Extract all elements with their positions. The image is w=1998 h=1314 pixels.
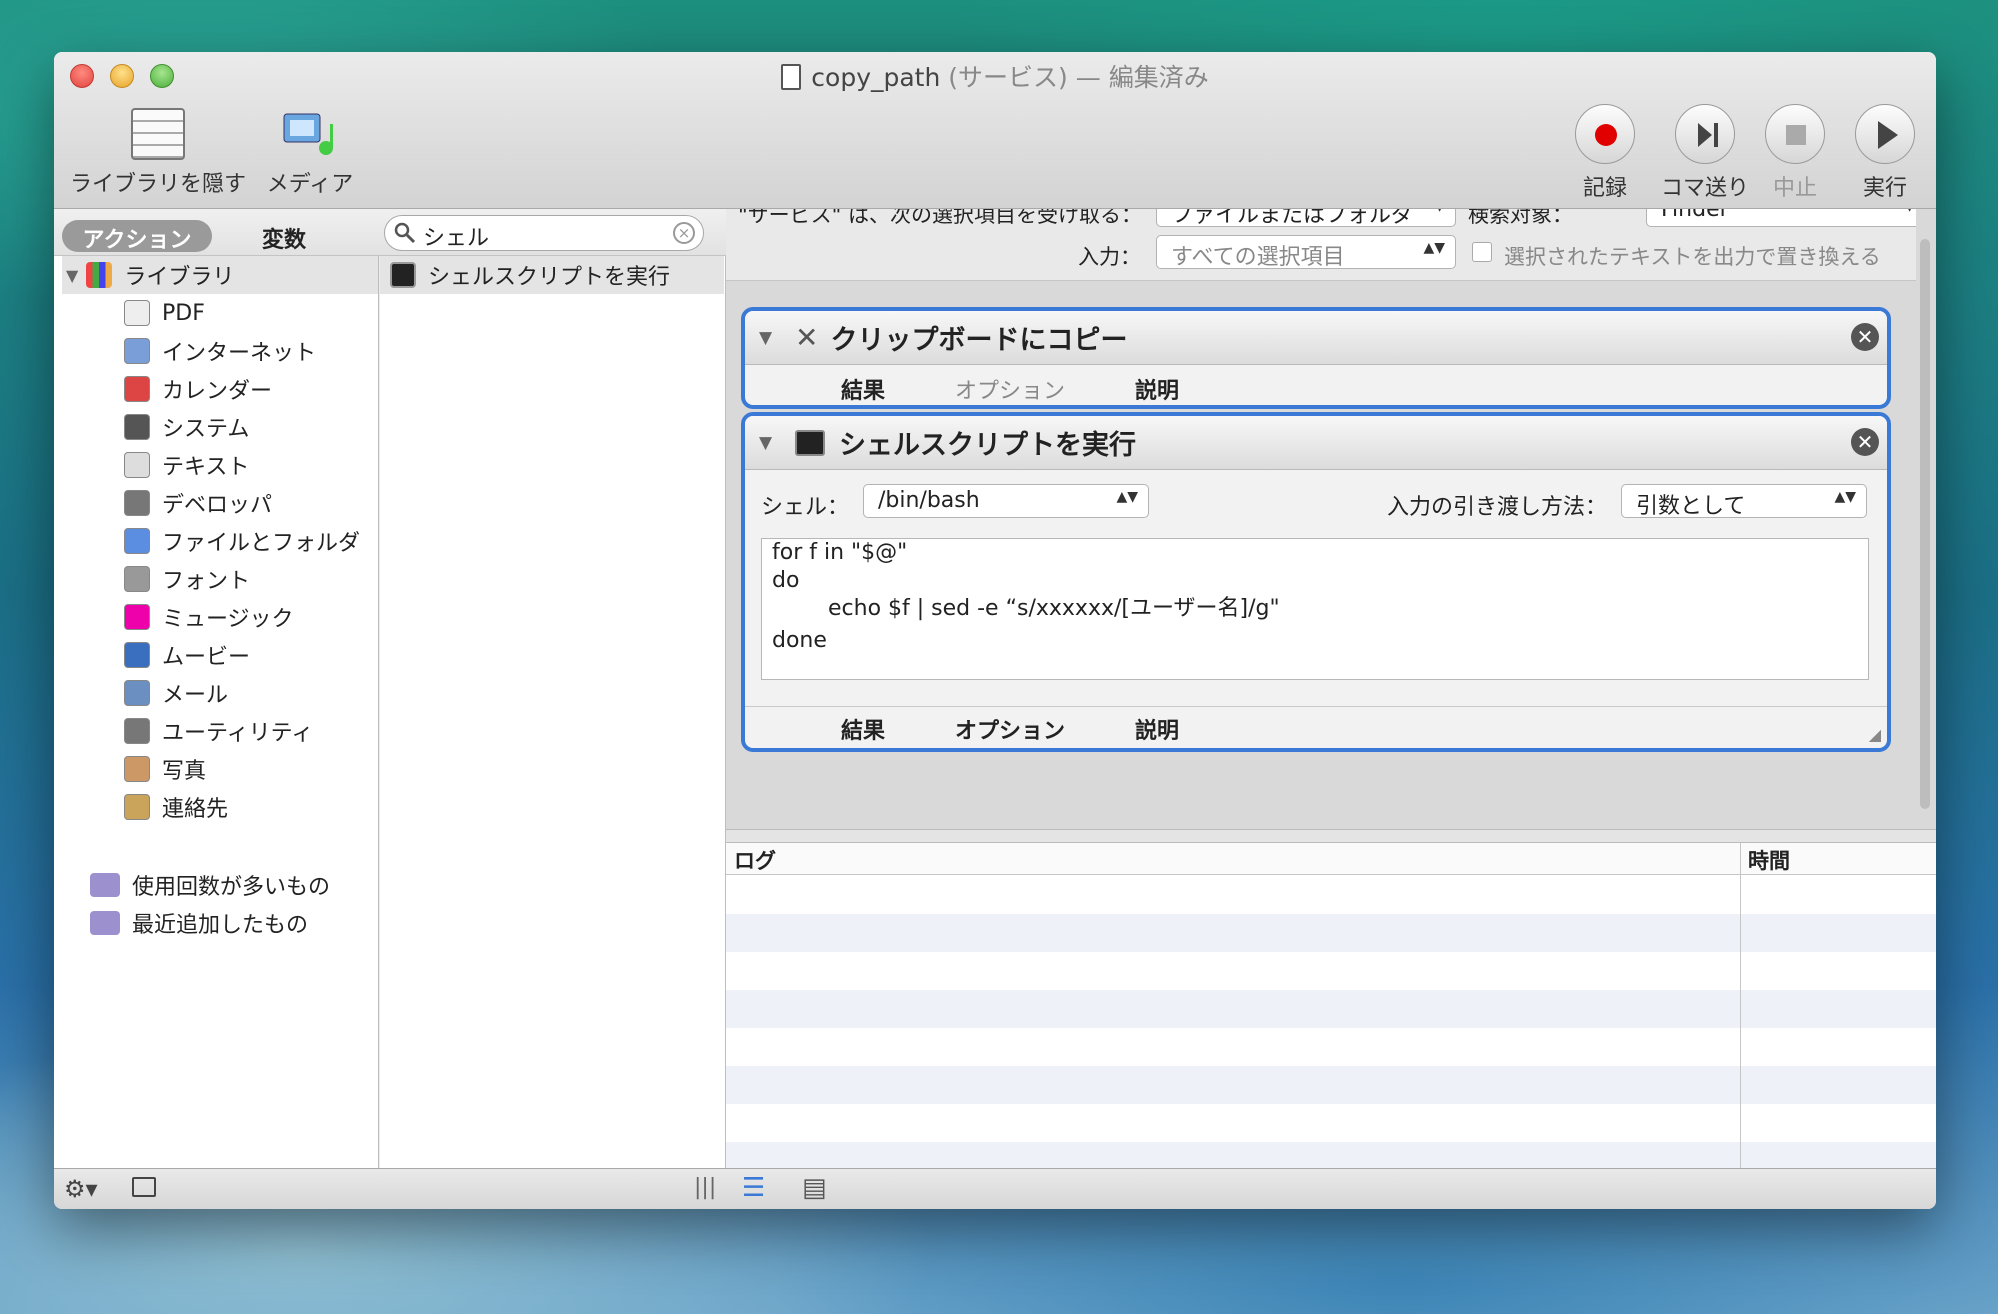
clear-search-icon[interactable]: × xyxy=(673,222,695,244)
library-item-photo[interactable]: 写真 xyxy=(124,750,206,788)
library-item-font[interactable]: フォント xyxy=(124,560,250,598)
action-header[interactable]: ▼ シェルスクリプトを実行 ✕ xyxy=(745,416,1887,470)
movie-icon xyxy=(124,642,150,668)
shell-popup[interactable]: /bin/bash ▲▼ xyxy=(863,484,1149,518)
contacts-icon xyxy=(124,794,150,820)
tab-description[interactable]: 説明 xyxy=(1135,713,1179,748)
tab-options[interactable]: オプション xyxy=(955,373,1065,405)
internet-icon xyxy=(124,338,150,364)
action-item-run-shell-script[interactable]: シェルスクリプトを実行 xyxy=(380,256,724,294)
library-item-internet[interactable]: インターネット xyxy=(124,332,316,370)
smart-folder-icon xyxy=(90,911,120,935)
system-icon xyxy=(124,414,150,440)
tab-results[interactable]: 結果 xyxy=(841,713,885,748)
pdf-icon xyxy=(124,300,150,326)
action-search-field[interactable]: シェル × xyxy=(384,215,704,251)
resize-handle-icon[interactable]: ◢ xyxy=(1869,725,1881,744)
mail-icon xyxy=(124,680,150,706)
tab-actions[interactable]: アクション xyxy=(62,220,212,253)
smart-folder-frequent[interactable]: 使用回数が多いもの xyxy=(90,866,330,904)
smart-folder-recent[interactable]: 最近追加したもの xyxy=(90,904,308,942)
terminal-icon xyxy=(390,262,416,288)
remove-action-icon[interactable]: ✕ xyxy=(1851,428,1879,456)
media-button[interactable]: メディア xyxy=(260,108,360,198)
replace-checkbox[interactable] xyxy=(1472,242,1492,262)
automator-window: copy_path (サービス) — 編集済み ライブラリを隠す メディア 記録… xyxy=(54,52,1936,1209)
library-item-pdf[interactable]: PDF xyxy=(124,294,205,332)
input-popup[interactable]: すべての選択項目 ▲▼ xyxy=(1156,235,1456,270)
run-button[interactable]: 実行 xyxy=(1850,104,1920,202)
remove-action-icon[interactable]: ✕ xyxy=(1851,323,1879,351)
column-resize-icon[interactable]: ||| xyxy=(694,1175,716,1200)
search-icon xyxy=(394,222,416,244)
split-divider[interactable] xyxy=(726,829,1936,842)
collapse-triangle-icon[interactable]: ▼ xyxy=(759,433,772,453)
music-icon xyxy=(124,604,150,630)
application-popup[interactable]: Finder▼ xyxy=(1646,209,1916,227)
media-icon xyxy=(282,108,338,160)
tab-variables[interactable]: 変数 xyxy=(262,222,306,254)
step-button[interactable]: コマ送り xyxy=(1655,104,1755,202)
action-header[interactable]: ▼ ✕ クリップボードにコピー ✕ xyxy=(745,311,1887,365)
title-bar: copy_path (サービス) — 編集済み ライブラリを隠す メディア 記録… xyxy=(54,52,1936,209)
font-icon xyxy=(124,566,150,592)
utility-icon xyxy=(124,718,150,744)
bottom-bar: ⚙▾ ||| ☰ ▤ xyxy=(54,1168,1936,1209)
library-item-music[interactable]: ミュージック xyxy=(124,598,294,636)
tab-results[interactable]: 結果 xyxy=(841,373,885,405)
action-card-run-shell-script: ▼ シェルスクリプトを実行 ✕ シェル： /bin/bash ▲▼ 入力の引き渡し… xyxy=(741,412,1891,752)
library-icon xyxy=(86,262,113,288)
window-title: copy_path (サービス) — 編集済み xyxy=(54,58,1936,94)
workflow-scrollbar[interactable] xyxy=(1920,239,1930,809)
tools-icon: ✕ xyxy=(795,321,819,354)
library-item-contacts[interactable]: 連絡先 xyxy=(124,788,228,826)
stop-icon xyxy=(1786,125,1806,145)
script-editor[interactable]: for f in "$@" do echo $f | sed -e “s/xxx… xyxy=(761,538,1869,680)
library-item-text[interactable]: テキスト xyxy=(124,446,249,484)
collapse-triangle-icon[interactable]: ▼ xyxy=(759,328,772,348)
library-item-calendar[interactable]: カレンダー xyxy=(124,370,272,408)
text-icon xyxy=(124,452,150,478)
step-icon xyxy=(1698,123,1718,147)
gear-icon[interactable]: ⚙▾ xyxy=(64,1175,98,1203)
record-button[interactable]: 記録 xyxy=(1570,104,1640,202)
disclosure-triangle-icon[interactable]: ▼ xyxy=(66,266,78,285)
log-table: ログ 時間 xyxy=(726,842,1936,1168)
tab-options[interactable]: オプション xyxy=(955,713,1065,748)
list-view-icon[interactable]: ☰ xyxy=(742,1173,765,1203)
action-list: シェルスクリプトを実行 xyxy=(380,256,726,1168)
hide-library-button[interactable]: ライブラリを隠す xyxy=(70,108,246,198)
column-time[interactable]: 時間 xyxy=(1748,845,1790,875)
finder-icon xyxy=(124,528,150,554)
library-root[interactable]: ▼ ライブラリ xyxy=(62,256,378,294)
tab-description[interactable]: 説明 xyxy=(1135,373,1179,405)
column-log[interactable]: ログ xyxy=(734,845,776,875)
library-icon xyxy=(131,108,185,160)
library-item-system[interactable]: システム xyxy=(124,408,249,446)
receives-popup[interactable]: ファイルまたはフォルダ▼ xyxy=(1156,209,1456,228)
document-icon xyxy=(781,64,802,90)
flow-view-icon[interactable]: ▤ xyxy=(802,1173,827,1203)
action-card-copy-clipboard: ▼ ✕ クリップボードにコピー ✕ 結果 オプション 説明 xyxy=(741,307,1891,409)
library-item-movie[interactable]: ムービー xyxy=(124,636,250,674)
library-item-finder[interactable]: ファイルとフォルダ xyxy=(124,522,360,560)
play-icon xyxy=(1878,121,1898,149)
calendar-icon xyxy=(124,376,150,402)
library-item-mail[interactable]: メール xyxy=(124,674,228,712)
developer-icon xyxy=(124,490,150,516)
smart-folder-icon xyxy=(90,873,120,897)
stop-button[interactable]: 中止 xyxy=(1760,104,1830,202)
library-item-utility[interactable]: ユーティリティ xyxy=(124,712,313,750)
photo-icon xyxy=(124,756,150,782)
terminal-icon xyxy=(795,429,825,456)
library-item-developer[interactable]: デベロッパ xyxy=(124,484,272,522)
service-settings: "サービス" は、次の選択項目を受け取る： ファイルまたはフォルダ▼ 検索対象：… xyxy=(726,209,1916,281)
workflow-area: "サービス" は、次の選択項目を受け取る： ファイルまたはフォルダ▼ 検索対象：… xyxy=(726,209,1936,829)
pass-input-popup[interactable]: 引数として ▲▼ xyxy=(1621,484,1867,519)
library-list: ▼ ライブラリ PDF インターネット カレンダー システム テキスト デベロッパ ファイル… xyxy=(54,256,379,1168)
show-description-icon[interactable] xyxy=(132,1177,156,1197)
record-icon xyxy=(1595,124,1617,146)
